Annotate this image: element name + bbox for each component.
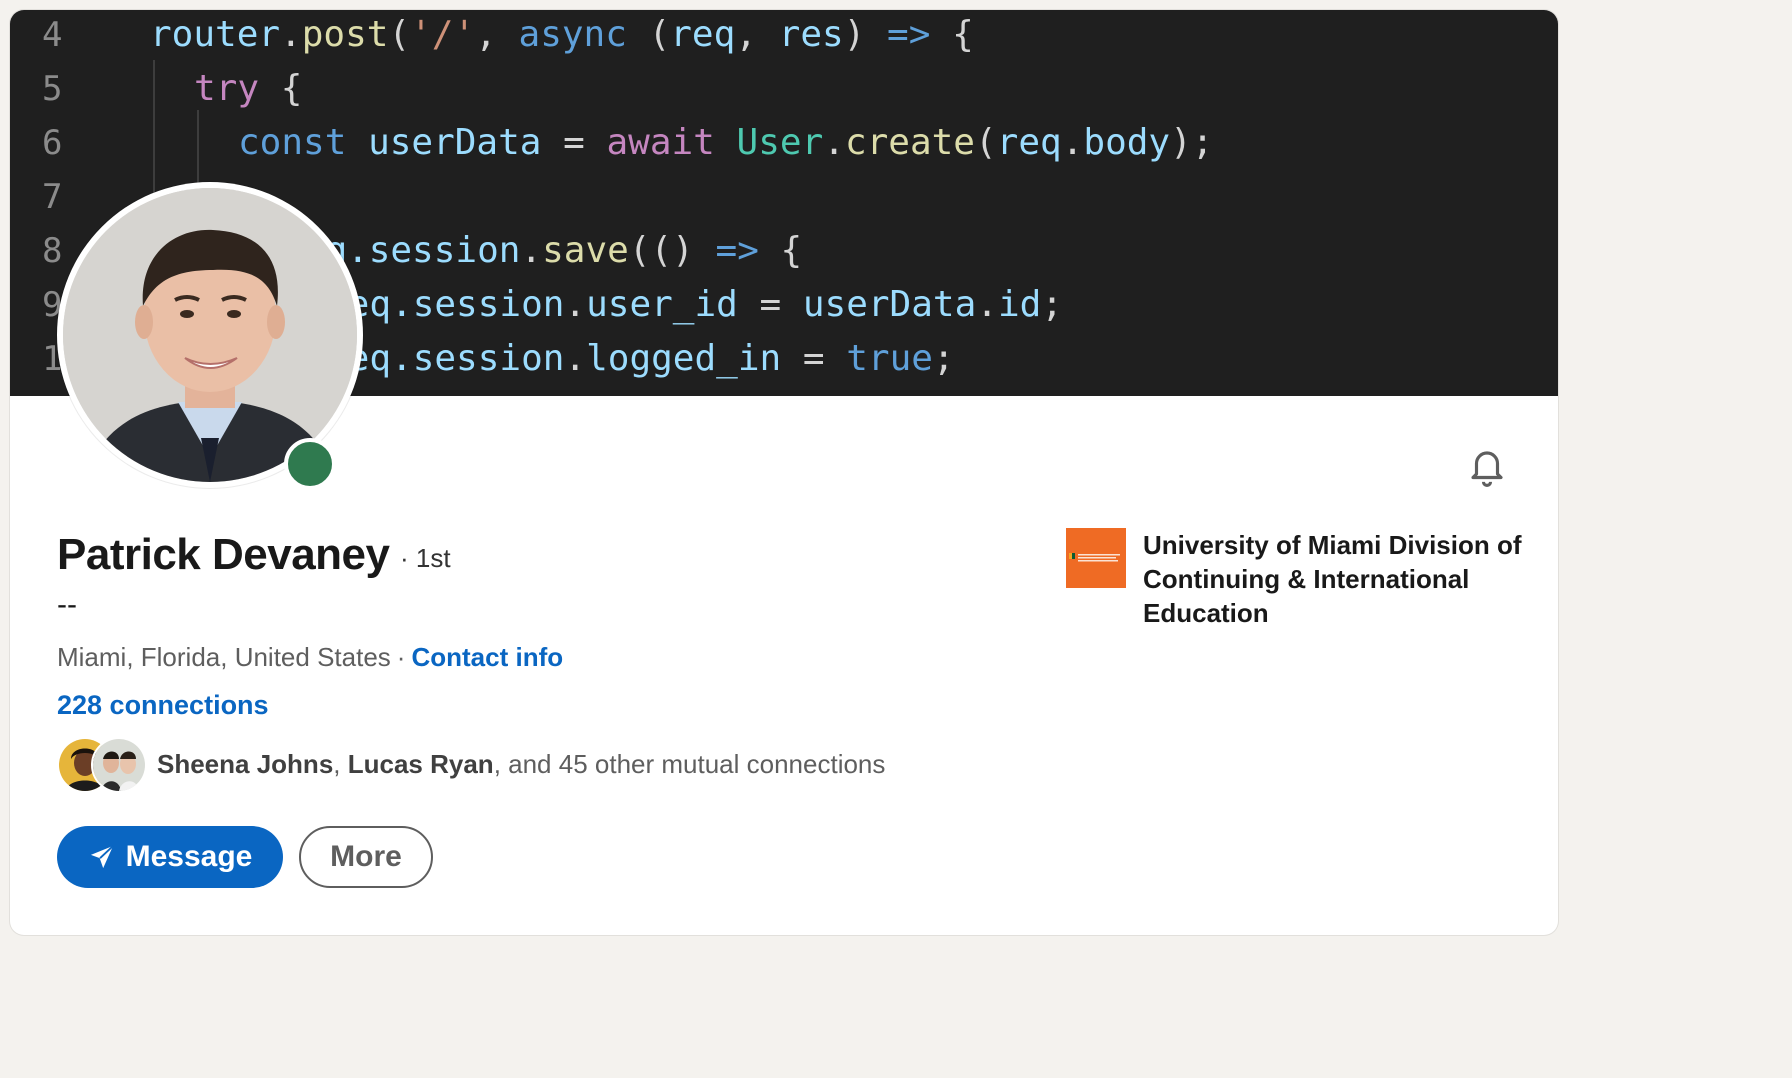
- code-text: router.post('/', async (req, res) => {: [150, 10, 974, 60]
- code-token: post: [301, 14, 389, 55]
- code-token: (: [388, 14, 411, 55]
- profile-headline: --: [57, 588, 77, 621]
- education-logo[interactable]: [1066, 528, 1126, 588]
- online-status-indicator: [284, 438, 336, 490]
- code-token: res: [778, 14, 844, 55]
- mutual-connection-name: Lucas Ryan: [347, 748, 494, 779]
- avatar: [91, 737, 147, 793]
- code-token: try: [194, 68, 260, 109]
- code-token: async: [518, 14, 627, 55]
- code-token: {: [259, 68, 303, 109]
- code-token: id: [997, 284, 1042, 325]
- contact-info-link[interactable]: Contact info: [411, 642, 563, 672]
- mutual-connections-text: , and 45 other mutual connections: [493, 748, 886, 779]
- code-line: 5 try {: [10, 64, 1558, 114]
- code-token: {: [758, 230, 803, 271]
- line-number: 4: [42, 15, 63, 55]
- code-token: ((): [628, 230, 716, 271]
- message-button[interactable]: Message: [57, 826, 283, 888]
- line-number: 6: [42, 123, 63, 163]
- code-token: .: [564, 284, 587, 325]
- mutual-connections[interactable]: Sheena Johns, Lucas Ryan, and 45 other m…: [57, 737, 886, 793]
- code-token: const: [238, 122, 347, 163]
- connection-degree: · 1st: [400, 543, 451, 573]
- code-token: (: [974, 122, 997, 163]
- connections-link[interactable]: 228 connections: [57, 690, 269, 721]
- bell-icon[interactable]: [1462, 442, 1512, 492]
- code-token: .: [1061, 122, 1084, 163]
- more-button[interactable]: More: [299, 826, 433, 888]
- profile-card: 4 router.post('/', async (req, res) => {5…: [10, 10, 1558, 935]
- mutual-separator: ,: [333, 748, 348, 779]
- code-token: create: [844, 122, 975, 163]
- code-token: .: [280, 14, 302, 55]
- code-text: req.session.logged_in = true;: [326, 334, 955, 384]
- code-text: const userData = await User.create(req.b…: [238, 118, 1213, 168]
- code-token: ;: [932, 338, 955, 379]
- mutual-connection-name: Sheena Johns: [157, 748, 334, 779]
- code-token: ,: [735, 14, 779, 55]
- code-token: body: [1083, 122, 1171, 163]
- code-token: session: [368, 230, 521, 271]
- line-number: 5: [42, 69, 63, 109]
- code-token: ): [843, 14, 888, 55]
- code-token: true: [846, 338, 933, 379]
- code-token: '/': [410, 14, 476, 55]
- code-text: req.session.save(() => {: [282, 226, 802, 276]
- profile-name: Patrick Devaney: [57, 530, 390, 579]
- code-token: .: [564, 338, 587, 379]
- message-button-label: Message: [125, 840, 253, 873]
- code-token: User: [736, 122, 824, 163]
- code-token: (: [626, 14, 671, 55]
- code-token: =: [781, 338, 847, 379]
- code-token: req: [996, 122, 1062, 163]
- code-token: user_id: [586, 284, 738, 325]
- code-token: =: [737, 284, 803, 325]
- code-token: .: [823, 122, 845, 163]
- code-token: logged_in: [586, 338, 782, 379]
- code-token: =>: [715, 230, 759, 271]
- code-token: router: [150, 14, 281, 55]
- code-text: req.session.user_id = userData.id;: [326, 280, 1063, 330]
- code-line: 4 router.post('/', async (req, res) => {: [10, 10, 1558, 60]
- code-token: ,: [475, 14, 519, 55]
- code-token: await: [606, 122, 715, 163]
- code-token: session: [412, 338, 565, 379]
- code-token: );: [1170, 122, 1214, 163]
- code-token: =>: [887, 14, 931, 55]
- code-token: save: [542, 230, 629, 271]
- more-button-label: More: [330, 840, 402, 873]
- code-token: userData: [802, 284, 977, 325]
- code-token: session: [412, 284, 565, 325]
- mutual-avatars: [57, 737, 149, 793]
- send-icon: [90, 845, 114, 869]
- profile-location: Miami, Florida, United States: [57, 642, 391, 672]
- code-token: userData: [368, 122, 542, 163]
- code-token: =: [541, 122, 607, 163]
- code-token: .: [976, 284, 998, 325]
- code-token: ;: [1041, 284, 1063, 325]
- line-number: 7: [42, 177, 63, 217]
- code-token: .: [520, 230, 543, 271]
- code-line: 6 const userData = await User.create(req.…: [10, 118, 1558, 168]
- separator: ·: [396, 642, 406, 672]
- code-token: {: [930, 14, 974, 55]
- education-name[interactable]: University of Miami Division of Continui…: [1143, 528, 1523, 630]
- code-token: req: [670, 14, 736, 55]
- code-text: try {: [194, 64, 302, 114]
- location-row: Miami, Florida, United States · Contact in…: [57, 642, 563, 673]
